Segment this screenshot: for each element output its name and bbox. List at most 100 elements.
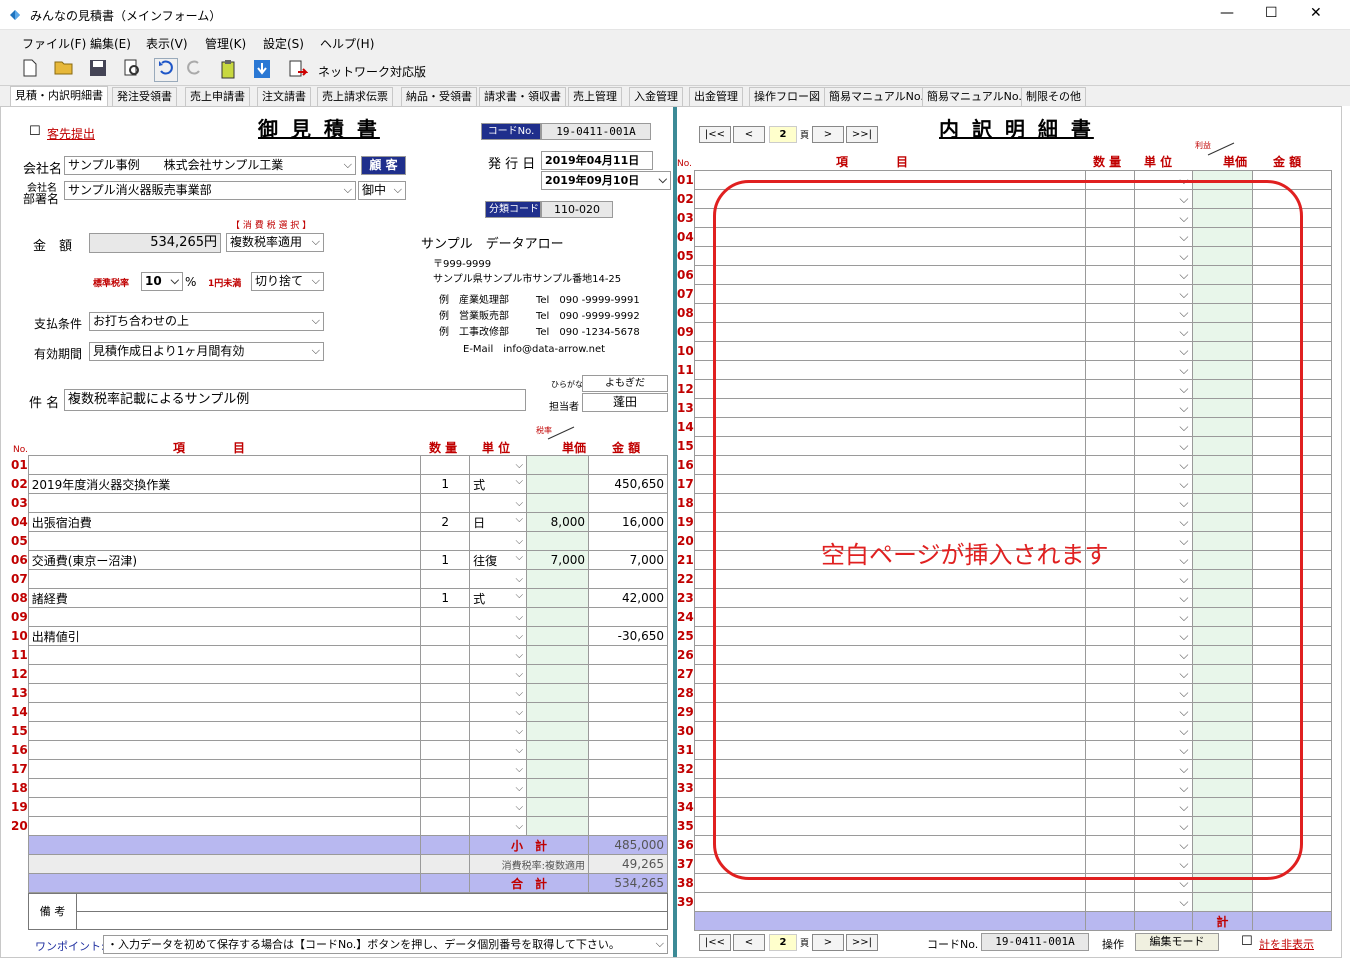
tab-invoice-receipt[interactable]: 請求書・領収書	[479, 87, 566, 106]
row-item[interactable]	[27, 759, 422, 779]
issue-date-picker[interactable]: 2019年09月10日	[541, 171, 671, 190]
tip-field[interactable]: ・入力データを初めて保存する場合は【コードNo.】ボタンを押し、データ個別番号を…	[103, 935, 668, 954]
row-qty[interactable]	[420, 455, 471, 475]
row-item[interactable]	[27, 816, 422, 836]
row-qty[interactable]	[420, 702, 471, 722]
export-icon[interactable]	[286, 58, 310, 82]
row-item[interactable]	[27, 645, 422, 665]
prev-page-button[interactable]: <	[733, 126, 765, 143]
chevron-down-icon[interactable]: ⌵	[515, 821, 523, 832]
detail-row-item[interactable]	[693, 892, 1086, 912]
row-item[interactable]: 諸経費	[27, 588, 422, 608]
valid-select[interactable]: 見積作成日より1ヶ月間有効	[89, 342, 324, 361]
tab-sales-management[interactable]: 売上管理	[568, 87, 622, 106]
row-unit[interactable]: ⌵	[469, 797, 528, 817]
chevron-down-icon[interactable]: ⌵	[515, 650, 523, 661]
row-price[interactable]	[526, 455, 590, 475]
row-unit[interactable]: 式 ⌵	[469, 474, 528, 494]
row-amount[interactable]	[588, 664, 668, 684]
row-amount[interactable]: 450,650	[588, 474, 668, 494]
tab-sales-application[interactable]: 売上申請書	[185, 87, 250, 106]
tab-flow-chart[interactable]: 操作フロー図	[749, 87, 825, 106]
chevron-down-icon[interactable]: ⌵	[515, 574, 523, 585]
row-price[interactable]	[526, 778, 590, 798]
chevron-down-icon[interactable]: ⌵	[1133, 892, 1193, 912]
row-item[interactable]	[27, 664, 422, 684]
company-field[interactable]: サンプル事例 株式会社サンプル工業	[64, 156, 356, 175]
row-item[interactable]	[27, 531, 422, 551]
row-unit[interactable]: ⌵	[469, 702, 528, 722]
clipboard-icon[interactable]	[216, 58, 240, 82]
row-qty[interactable]	[420, 626, 471, 646]
payment-select[interactable]: お打ち合わせの上	[89, 312, 324, 331]
row-amount[interactable]	[588, 721, 668, 741]
row-price[interactable]	[526, 816, 590, 836]
chevron-down-icon[interactable]: ⌵	[515, 669, 523, 680]
row-price[interactable]	[526, 664, 590, 684]
tax-mode-select[interactable]: 複数税率適用	[226, 233, 324, 252]
subject-field[interactable]: 複数税率記載によるサンプル例	[64, 389, 526, 411]
minimize-button[interactable]: —	[1220, 5, 1234, 21]
row-item[interactable]: 2019年度消火器交換作業	[27, 474, 422, 494]
menu-settings[interactable]: 設定(S)	[263, 35, 304, 52]
row-price[interactable]	[526, 588, 590, 608]
person-field[interactable]: 蓬田	[582, 393, 668, 412]
row-price[interactable]	[526, 797, 590, 817]
bottom-last-page-button[interactable]: >>|	[846, 934, 878, 951]
row-amount[interactable]	[588, 645, 668, 665]
row-unit[interactable]: ⌵	[469, 645, 528, 665]
tab-order-receipt[interactable]: 発注受領書	[112, 87, 177, 106]
detail-row-amount[interactable]	[1252, 892, 1332, 912]
chevron-down-icon[interactable]: ⌵	[515, 707, 523, 718]
issue-date-field[interactable]: 2019年04月11日	[541, 151, 653, 170]
row-item[interactable]	[27, 740, 422, 760]
row-item[interactable]	[27, 778, 422, 798]
chevron-down-icon[interactable]: ⌵	[515, 514, 523, 525]
row-price[interactable]	[526, 569, 590, 589]
row-amount[interactable]	[588, 683, 668, 703]
open-folder-icon[interactable]	[52, 58, 76, 82]
row-amount[interactable]	[588, 759, 668, 779]
row-item[interactable]	[27, 455, 422, 475]
redo-icon[interactable]	[182, 58, 206, 82]
menu-help[interactable]: ヘルプ(H)	[320, 35, 374, 52]
row-qty[interactable]	[420, 683, 471, 703]
chevron-down-icon[interactable]: ⌵	[515, 612, 523, 623]
row-unit[interactable]: ⌵	[469, 626, 528, 646]
row-unit[interactable]: ⌵	[469, 607, 528, 627]
row-qty[interactable]: 1	[420, 474, 471, 494]
row-item[interactable]	[27, 721, 422, 741]
tab-estimate[interactable]: 見積・内訳明細書	[10, 86, 108, 107]
chevron-down-icon[interactable]: ⌵	[515, 536, 523, 547]
code-no-button[interactable]: コードNo.	[481, 123, 541, 140]
tab-manual-1[interactable]: 簡易マニュアルNo.1	[824, 87, 936, 106]
row-unit[interactable]: ⌵	[469, 455, 528, 475]
row-unit[interactable]: ⌵	[469, 531, 528, 551]
row-unit[interactable]: 往復 ⌵	[469, 550, 528, 570]
row-unit[interactable]: 式 ⌵	[469, 588, 528, 608]
chevron-down-icon[interactable]: ⌵	[515, 631, 523, 642]
chevron-down-icon[interactable]: ⌵	[515, 783, 523, 794]
row-item[interactable]	[27, 493, 422, 513]
row-amount[interactable]: 16,000	[588, 512, 668, 532]
row-qty[interactable]	[420, 531, 471, 551]
row-amount[interactable]	[588, 531, 668, 551]
row-qty[interactable]	[420, 740, 471, 760]
row-qty[interactable]	[420, 493, 471, 513]
row-amount[interactable]	[588, 778, 668, 798]
row-amount[interactable]	[588, 569, 668, 589]
row-unit[interactable]: ⌵	[469, 816, 528, 836]
round-mode-select[interactable]: 切り捨て	[251, 272, 324, 291]
row-unit[interactable]: ⌵	[469, 740, 528, 760]
row-price[interactable]	[526, 607, 590, 627]
row-unit[interactable]: ⌵	[469, 569, 528, 589]
next-page-button[interactable]: >	[812, 126, 844, 143]
save-icon[interactable]	[86, 58, 110, 82]
row-qty[interactable]	[420, 778, 471, 798]
tab-payment-in[interactable]: 入金管理	[629, 87, 683, 106]
tab-limits[interactable]: 制限その他	[1021, 87, 1086, 106]
send-checkbox[interactable]: ☐	[29, 124, 41, 139]
tab-manual-2[interactable]: 簡易マニュアルNo.2	[922, 87, 1034, 106]
chevron-down-icon[interactable]: ⌵	[515, 745, 523, 756]
row-item[interactable]	[27, 607, 422, 627]
